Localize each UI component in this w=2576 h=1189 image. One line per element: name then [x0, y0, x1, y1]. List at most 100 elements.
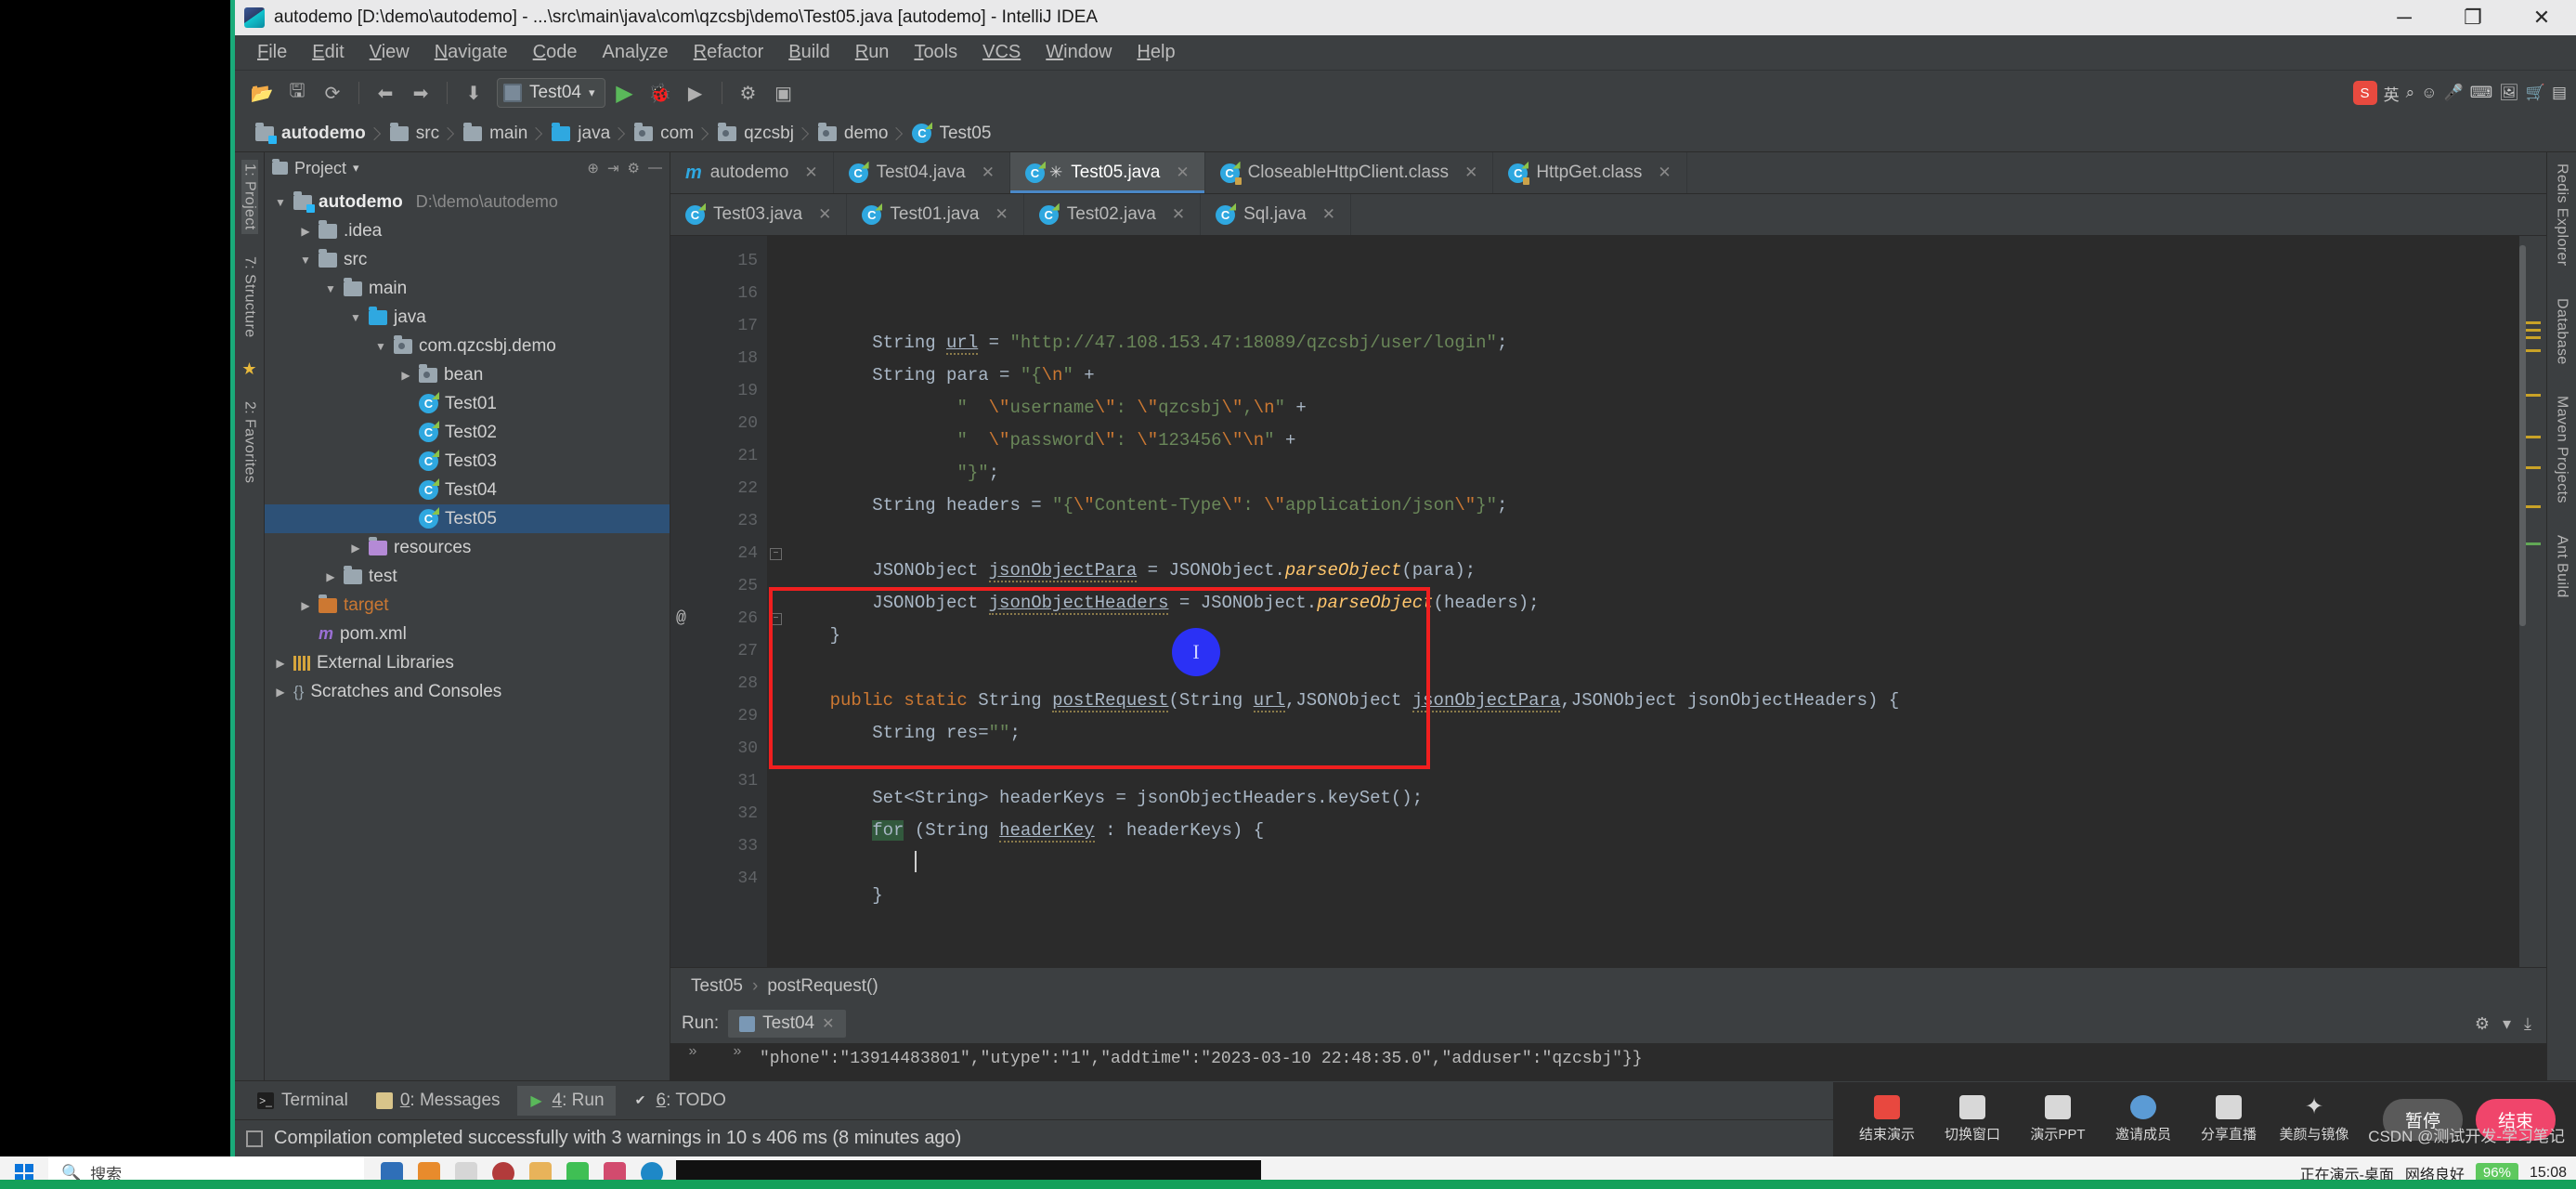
line-number[interactable]: 29 — [670, 700, 767, 733]
tree-item-test01[interactable]: ▶CTest01 — [265, 389, 670, 418]
line-number[interactable]: 33 — [670, 830, 767, 863]
ime-keyboard-icon[interactable]: ⌨ — [2470, 84, 2493, 102]
tool-window-favorites[interactable]: 2: Favorites — [241, 398, 258, 487]
warning-marker[interactable] — [2526, 349, 2541, 352]
close-tab-icon[interactable]: ✕ — [1658, 163, 1671, 182]
close-tab-icon[interactable]: ✕ — [1172, 205, 1185, 224]
ime-more-icon[interactable]: ▤ — [2552, 84, 2567, 102]
editor-tab-httpget-class[interactable]: C HttpGet.class ✕ — [1493, 152, 1687, 193]
line-number[interactable]: 18 — [670, 343, 767, 375]
breadcrumb-item-com[interactable]: com — [625, 122, 709, 146]
menu-item-vcs[interactable]: VCS — [971, 38, 1032, 67]
editor-tab-test03-java[interactable]: C Test03.java ✕ — [670, 194, 848, 235]
tree-item-main[interactable]: ▼ main — [265, 274, 670, 303]
tree-item-test04[interactable]: ▶CTest04 — [265, 476, 670, 504]
tree-item-target[interactable]: ▶ target — [265, 591, 670, 620]
run-settings-gear-icon[interactable]: ⚙ — [2475, 1014, 2490, 1034]
warning-marker[interactable] — [2526, 394, 2541, 397]
chevron-down-icon[interactable]: ▼ — [324, 282, 337, 295]
annotation-marker-icon[interactable]: @ — [676, 603, 686, 635]
close-icon[interactable]: ✕ — [822, 1014, 834, 1033]
close-tab-icon[interactable]: ✕ — [818, 205, 831, 224]
coverage-icon[interactable]: ▶ — [680, 77, 711, 109]
line-number[interactable]: 23 — [670, 505, 767, 538]
chevron-right-icon[interactable]: ▶ — [349, 542, 362, 555]
tool-window-maven-projects[interactable]: Maven Projects — [2554, 392, 2570, 507]
ime-language-label[interactable]: 英 — [2384, 82, 2400, 105]
line-number[interactable]: 17 — [670, 310, 767, 343]
run-configuration-selector[interactable]: Test04 ▾ — [497, 78, 605, 108]
menu-item-run[interactable]: Run — [844, 38, 901, 67]
breadcrumb-method[interactable]: postRequest() — [767, 976, 878, 997]
tree-item-pom-xml[interactable]: ▶mpom.xml — [265, 620, 670, 648]
line-number[interactable]: 21 — [670, 440, 767, 473]
line-number[interactable]: 25 — [670, 570, 767, 603]
bottom-tab-terminal[interactable]: >_ Terminal — [246, 1086, 359, 1116]
ime-image-icon[interactable]: 🖼 — [2499, 84, 2519, 102]
settings-icon[interactable]: ⚙ — [628, 160, 640, 176]
run-button-icon[interactable]: ▶ — [609, 77, 641, 109]
line-number[interactable]: 26 @ − — [670, 603, 782, 635]
expand-icon-2[interactable]: » — [734, 1043, 742, 1060]
tree-item-test05[interactable]: ▶CTest05 — [265, 504, 670, 533]
tree-item-com-qzcsbj-demo[interactable]: ▼ com.qzcsbj.demo — [265, 332, 670, 360]
debug-button-icon[interactable]: 🐞 — [644, 77, 676, 109]
breadcrumb-item-test05[interactable]: C Test05 — [903, 122, 1006, 146]
menu-item-file[interactable]: File — [246, 38, 298, 67]
ime-mode-icon[interactable]: ⌕ — [2406, 84, 2415, 102]
chevron-down-icon[interactable]: ▼ — [274, 196, 287, 209]
tree-item-scratches-and-consoles[interactable]: ▶ {} Scratches and Consoles — [265, 677, 670, 706]
target-icon[interactable]: ⊕ — [587, 160, 599, 176]
close-tab-icon[interactable]: ✕ — [1176, 163, 1189, 182]
tree-item-test03[interactable]: ▶CTest03 — [265, 447, 670, 476]
menu-item-window[interactable]: Window — [1034, 38, 1123, 67]
menu-item-code[interactable]: Code — [522, 38, 589, 67]
run-session-tab[interactable]: Test04 ✕ — [728, 1010, 846, 1038]
line-number[interactable]: 32 — [670, 798, 767, 830]
line-number[interactable]: 20 — [670, 408, 767, 440]
close-button[interactable]: ✕ — [2507, 0, 2576, 35]
tree-item--idea[interactable]: ▶ .idea — [265, 216, 670, 245]
warning-marker[interactable] — [2526, 321, 2541, 324]
editor-tab-test05-java[interactable]: C ✳ Test05.java ✕ — [1009, 152, 1205, 193]
line-number[interactable]: 24− — [670, 538, 782, 570]
meeting-end-share[interactable]: 结束演示 — [1844, 1095, 1930, 1143]
line-number[interactable]: 31 — [670, 765, 767, 798]
bottom-tab-6--todo[interactable]: ✔ 6: TODO — [621, 1086, 737, 1116]
close-tab-icon[interactable]: ✕ — [1464, 163, 1477, 182]
meeting-beauty-mirror[interactable]: ✦ 美颜与镜像 — [2271, 1095, 2357, 1143]
editor-tab-test02-java[interactable]: C Test02.java ✕ — [1024, 194, 1202, 235]
menu-item-navigate[interactable]: Navigate — [423, 38, 519, 67]
save-all-icon[interactable]: 🖫 — [281, 77, 313, 109]
menu-item-help[interactable]: Help — [1125, 38, 1186, 67]
run-console-output[interactable]: » » "phone":"13914483801","utype":"1","a… — [670, 1043, 2546, 1080]
chevron-right-icon[interactable]: ▶ — [274, 657, 287, 670]
editor-markers-strip[interactable] — [2518, 236, 2546, 967]
meeting-invite-member[interactable]: 邀请成员 — [2101, 1095, 2186, 1143]
chevron-right-icon[interactable]: ▶ — [399, 369, 412, 382]
line-number[interactable]: 19 — [670, 375, 767, 408]
editor-tab-test04-java[interactable]: C Test04.java ✕ — [834, 152, 1010, 193]
line-number[interactable]: 28 — [670, 668, 767, 700]
close-tab-icon[interactable]: ✕ — [982, 163, 995, 182]
editor-tab-closeablehttpclient-class[interactable]: C CloseableHttpClient.class ✕ — [1205, 152, 1494, 193]
menu-item-view[interactable]: View — [358, 38, 421, 67]
meeting-share-live[interactable]: 分享直播 — [2186, 1095, 2271, 1143]
tree-item-src[interactable]: ▼ src — [265, 245, 670, 274]
tree-item-test[interactable]: ▶ test — [265, 562, 670, 591]
source-code-text[interactable]: I String url = "http://47.108.153.47:180… — [767, 236, 2518, 967]
breadcrumb-item-demo[interactable]: demo — [809, 122, 904, 146]
chevron-down-icon[interactable]: ▼ — [349, 311, 362, 324]
chevron-right-icon[interactable]: ▶ — [274, 686, 287, 699]
project-structure-icon[interactable]: ▣ — [768, 77, 800, 109]
meeting-switch-window[interactable]: 切换窗口 — [1930, 1095, 2015, 1143]
menu-item-edit[interactable]: Edit — [301, 38, 355, 67]
menu-item-tools[interactable]: Tools — [903, 38, 969, 67]
forward-arrow-icon[interactable]: ➡ — [405, 77, 436, 109]
breadcrumb-class[interactable]: Test05 — [691, 976, 743, 997]
close-tab-icon[interactable]: ✕ — [804, 163, 817, 182]
ime-cart-icon[interactable]: 🛒 — [2526, 84, 2545, 102]
line-number[interactable]: 22 — [670, 473, 767, 505]
tray-clock[interactable]: 15:08 — [2530, 1165, 2567, 1182]
line-number[interactable]: 34 — [670, 863, 767, 895]
